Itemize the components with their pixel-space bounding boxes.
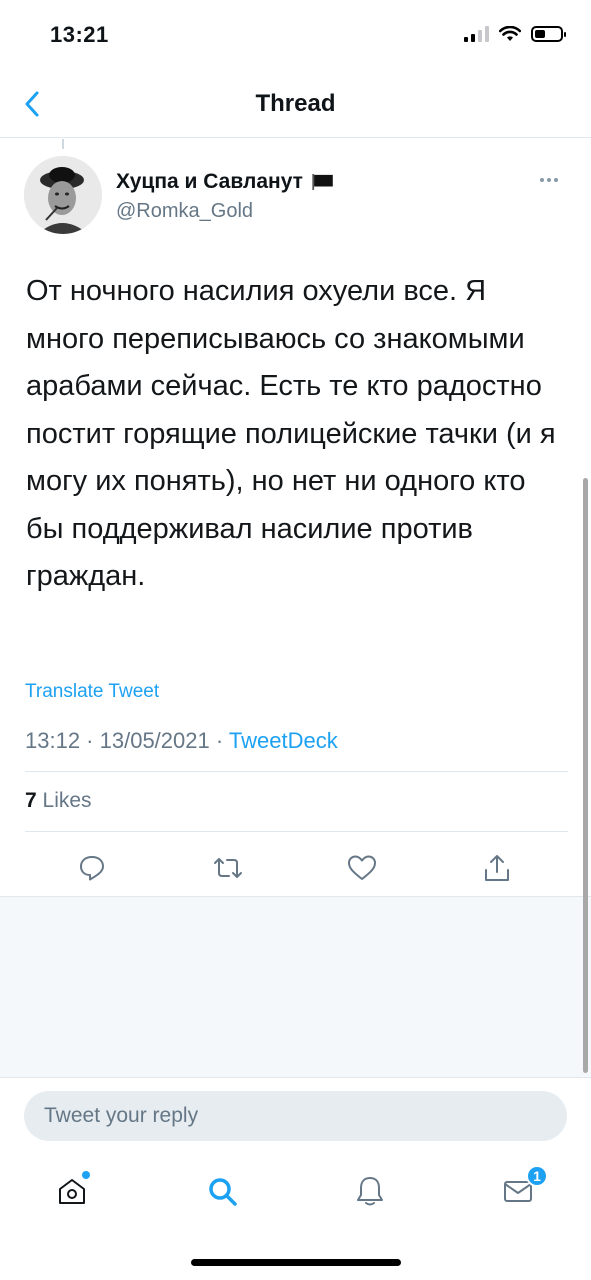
reply-bar: Tweet your reply: [0, 1079, 591, 1155]
messages-badge: 1: [526, 1165, 548, 1187]
page-title: Thread: [255, 90, 336, 117]
tweet-text: От ночного насилия охуели все. Я много п…: [26, 275, 556, 592]
display-name: Хуцпа и Савланут: [116, 170, 303, 193]
avatar[interactable]: [24, 156, 102, 234]
avatar-image: [24, 156, 102, 234]
cellular-signal-icon: [464, 26, 489, 42]
divider: [25, 831, 568, 832]
tweet-date: 13/05/2021: [99, 728, 210, 753]
status-bar: 13:21: [0, 0, 591, 70]
battery-icon: [531, 26, 566, 42]
likes-label: Likes: [42, 789, 92, 812]
tweet-actions: [0, 840, 591, 892]
display-name-row: Хуцпа и Савланут: [116, 170, 335, 194]
status-icons: [464, 26, 566, 42]
username: @Romka_Gold: [116, 200, 254, 222]
tab-home[interactable]: [50, 1169, 94, 1213]
tweet-time: 13:12: [25, 728, 81, 753]
home-icon: [59, 1179, 85, 1204]
tab-notifications[interactable]: [348, 1169, 392, 1213]
wifi-icon: [499, 26, 521, 41]
retweet-button[interactable]: [208, 848, 248, 888]
replies-area: [0, 896, 591, 1078]
divider: [25, 771, 568, 772]
meta-separator: ·: [209, 728, 229, 753]
bell-icon: [357, 1177, 383, 1206]
share-button[interactable]: [477, 848, 517, 888]
more-options-icon[interactable]: [535, 170, 563, 190]
search-icon: [209, 1178, 237, 1206]
new-content-dot: [82, 1171, 90, 1179]
translate-tweet-link[interactable]: Translate Tweet: [25, 681, 159, 703]
heart-icon: [348, 855, 376, 880]
thread-connector-line: [62, 139, 64, 149]
reply-input[interactable]: Tweet your reply: [24, 1091, 567, 1141]
tweet-meta: 13:12 · 13/05/2021 · TweetDeck: [25, 728, 338, 754]
likes-stat[interactable]: 7 Likes: [25, 789, 92, 813]
nav-bar: Thread: [0, 70, 591, 138]
retweet-icon: [214, 858, 242, 878]
status-time: 13:21: [50, 22, 109, 47]
reply-icon: [80, 856, 104, 881]
scrollbar[interactable]: [583, 478, 588, 1073]
like-button[interactable]: [342, 848, 382, 888]
home-indicator[interactable]: [191, 1259, 401, 1266]
author-block[interactable]: Хуцпа и Савланут @Romka_Gold: [116, 170, 335, 223]
tweet-source-link[interactable]: TweetDeck: [229, 728, 338, 753]
black-flag-icon: [312, 174, 333, 190]
share-icon: [485, 855, 509, 881]
tab-messages[interactable]: 1: [496, 1165, 548, 1213]
likes-count: 7: [25, 789, 37, 812]
reply-button[interactable]: [72, 848, 112, 888]
tab-search[interactable]: [200, 1169, 244, 1213]
meta-separator: ·: [80, 728, 100, 753]
